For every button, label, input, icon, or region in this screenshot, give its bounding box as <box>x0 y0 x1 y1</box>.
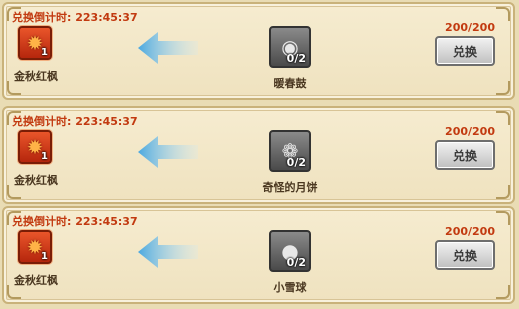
exchange-countdown: 兑换倒计时: 223:45:37 <box>12 11 138 24</box>
arrow-left-icon <box>138 32 198 64</box>
source-item-name: 金秋红枫 <box>14 274 58 287</box>
source-item-count: 1 <box>41 47 48 58</box>
frame-corner <box>496 285 510 299</box>
exchange-row: 兑换倒计时: 223:45:37 ✹ 1 金秋红枫 ◉ 0/2 暖春鼓 200/… <box>2 2 515 100</box>
source-item-slot[interactable]: ✹ 1 <box>18 130 52 164</box>
target-item-count: 0/2 <box>286 256 306 269</box>
frame-corner <box>496 185 510 199</box>
target-item-count: 0/2 <box>286 156 306 169</box>
target-item-slot[interactable]: ● 0/2 <box>269 230 311 272</box>
target-item-count: 0/2 <box>286 52 306 65</box>
arrow-left-icon <box>138 236 198 268</box>
frame-corner <box>496 7 510 21</box>
source-item-slot[interactable]: ✹ 1 <box>18 230 52 264</box>
frame-corner <box>496 211 510 225</box>
target-item-name: 奇怪的月饼 <box>262 181 318 194</box>
exchange-countdown: 兑换倒计时: 223:45:37 <box>12 215 138 228</box>
arrow-left-icon <box>138 136 198 168</box>
source-item-count: 1 <box>41 251 48 262</box>
exchange-limit: 200/200 <box>445 125 495 138</box>
target-item-slot[interactable]: ❁ 0/2 <box>269 130 311 172</box>
source-item-name: 金秋红枫 <box>14 70 58 83</box>
frame-corner <box>496 111 510 125</box>
exchange-button[interactable]: 兑换 <box>435 140 495 170</box>
source-item-name: 金秋红枫 <box>14 174 58 187</box>
exchange-row: 兑换倒计时: 223:45:37 ✹ 1 金秋红枫 ● 0/2 小雪球 200/… <box>2 206 515 304</box>
exchange-countdown: 兑换倒计时: 223:45:37 <box>12 115 138 128</box>
exchange-button[interactable]: 兑换 <box>435 240 495 270</box>
target-item-name: 小雪球 <box>273 281 307 294</box>
source-item-slot[interactable]: ✹ 1 <box>18 26 52 60</box>
frame-corner <box>496 81 510 95</box>
source-item-count: 1 <box>41 151 48 162</box>
target-item-slot[interactable]: ◉ 0/2 <box>269 26 311 68</box>
exchange-limit: 200/200 <box>445 21 495 34</box>
exchange-limit: 200/200 <box>445 225 495 238</box>
exchange-row: 兑换倒计时: 223:45:37 ✹ 1 金秋红枫 ❁ 0/2 奇怪的月饼 20… <box>2 106 515 204</box>
target-item-name: 暖春鼓 <box>273 77 307 90</box>
exchange-button[interactable]: 兑换 <box>435 36 495 66</box>
